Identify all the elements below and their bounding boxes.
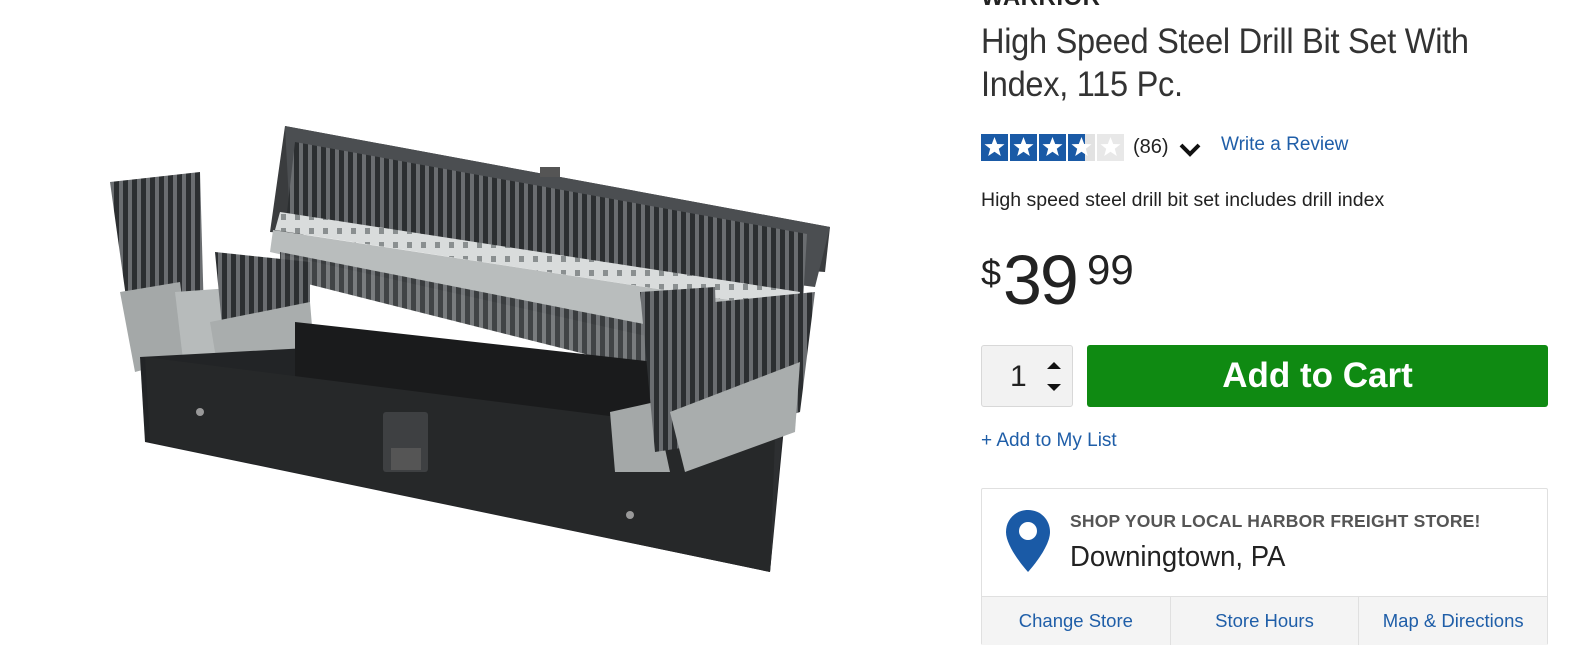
change-store-link[interactable]: Change Store xyxy=(982,597,1170,645)
product-image xyxy=(110,126,830,572)
add-to-cart-button[interactable]: Add to Cart xyxy=(1087,345,1548,407)
price-currency: $ xyxy=(981,252,1002,293)
review-count[interactable]: (86) xyxy=(1133,136,1169,159)
star-icon xyxy=(1039,133,1066,161)
product-title: High Speed Steel Drill Bit Set With Inde… xyxy=(981,22,1469,104)
star-icon xyxy=(981,133,1008,161)
store-card: SHOP YOUR LOCAL HARBOR FREIGHT STORE! Do… xyxy=(981,488,1548,645)
add-to-list-link[interactable]: + Add to My List xyxy=(981,430,1117,452)
store-actions: Change Store Store Hours Map & Direction… xyxy=(982,596,1547,645)
map-pin-icon xyxy=(1006,510,1050,572)
quantity-value[interactable]: 1 xyxy=(1010,360,1027,394)
store-heading: SHOP YOUR LOCAL HARBOR FREIGHT STORE! xyxy=(1070,511,1481,531)
map-directions-link[interactable]: Map & Directions xyxy=(1358,597,1547,645)
brand-name[interactable]: WARRIOR xyxy=(981,0,1101,12)
caret-up-icon[interactable] xyxy=(1042,353,1066,377)
store-name: Downingtown, PA xyxy=(1070,541,1286,573)
price-cents: 99 xyxy=(1087,246,1134,293)
quantity-stepper[interactable]: 1 xyxy=(981,345,1073,407)
chevron-down-icon[interactable] xyxy=(1177,136,1203,162)
star-icon xyxy=(1010,133,1037,161)
product-description: High speed steel drill bit set includes … xyxy=(981,189,1385,211)
star-empty-icon xyxy=(1097,133,1124,161)
rating[interactable]: (86) xyxy=(981,132,1203,162)
caret-down-icon[interactable] xyxy=(1042,376,1066,400)
store-hours-link[interactable]: Store Hours xyxy=(1169,597,1359,645)
write-review-link[interactable]: Write a Review xyxy=(1221,134,1348,156)
price-dollars: 39 xyxy=(1003,241,1079,319)
star-half-icon xyxy=(1068,133,1095,161)
